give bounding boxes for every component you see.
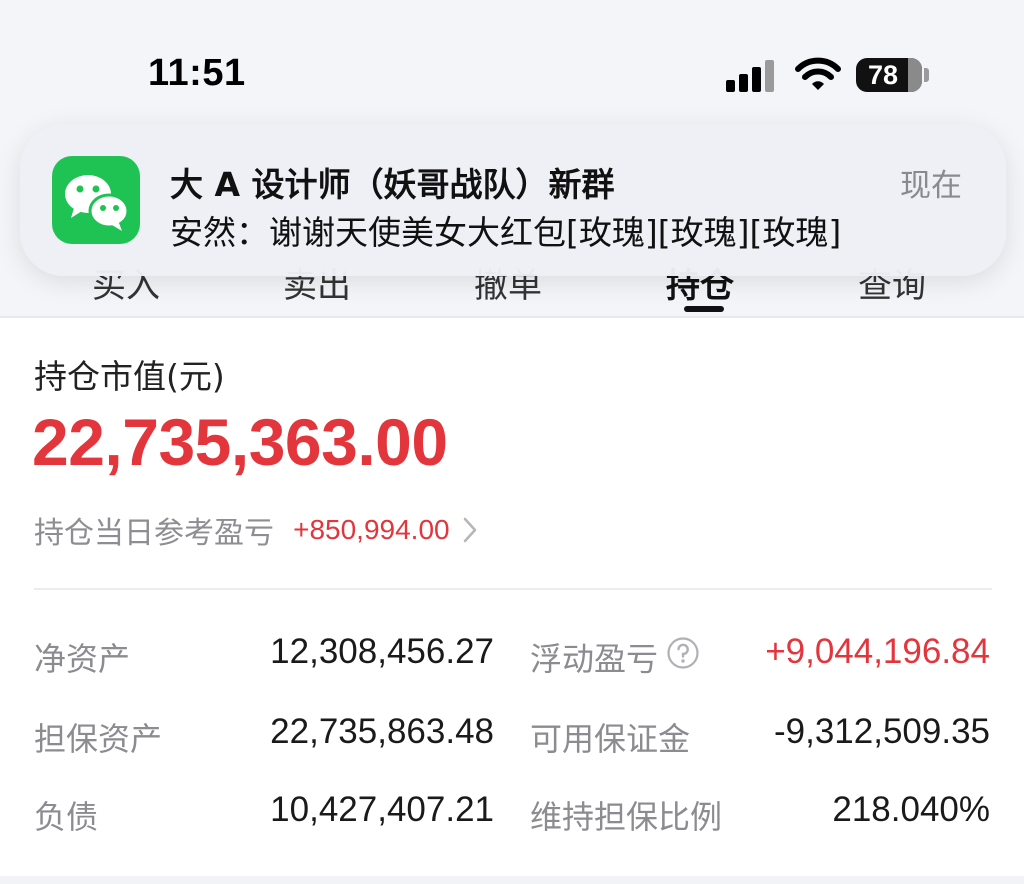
tab-active-indicator bbox=[684, 306, 724, 312]
collateral-label: 担保资产 bbox=[34, 720, 163, 758]
status-bar: 11:51 78 bbox=[0, 0, 1024, 120]
help-icon[interactable] bbox=[666, 636, 700, 670]
notification-banner[interactable]: 大 A 设计师（妖哥战队）新群 现在 安然：谢谢天使美女大红包[玫瑰][玫瑰][… bbox=[20, 124, 1006, 276]
summary-divider bbox=[34, 588, 992, 590]
available-margin-value: -9,312,509.35 bbox=[773, 712, 990, 751]
floating-pnl-label: 浮动盈亏 bbox=[530, 640, 659, 678]
market-value-label: 持仓市值(元) bbox=[34, 357, 225, 396]
available-margin-label: 可用保证金 bbox=[530, 720, 691, 758]
maintenance-ratio-label: 维持担保比例 bbox=[530, 798, 723, 836]
net-assets-value: 12,308,456.27 bbox=[270, 632, 494, 671]
wifi-icon bbox=[795, 57, 841, 90]
liabilities-value: 10,427,407.21 bbox=[270, 790, 494, 829]
daily-pnl-value: +850,994.00 bbox=[293, 514, 450, 545]
notification-title: 大 A 设计师（妖哥战队）新群 bbox=[170, 165, 615, 204]
status-time: 11:51 bbox=[148, 52, 246, 94]
notification-message: 安然：谢谢天使美女大红包[玫瑰][玫瑰][玫瑰] bbox=[170, 213, 842, 252]
market-value: 22,735,363.00 bbox=[32, 405, 448, 479]
wechat-icon bbox=[52, 156, 140, 244]
chevron-right-icon bbox=[463, 517, 476, 543]
liabilities-label: 负债 bbox=[34, 798, 99, 836]
bottom-divider bbox=[0, 876, 1024, 884]
daily-pnl-label: 持仓当日参考盈亏 bbox=[34, 516, 274, 551]
battery-level: 78 bbox=[868, 60, 899, 90]
battery-cap bbox=[924, 68, 929, 82]
battery-icon: 78 bbox=[856, 58, 922, 92]
floating-pnl-value: +9,044,196.84 bbox=[765, 632, 990, 671]
notification-time: 现在 bbox=[900, 168, 962, 204]
tabs-divider bbox=[0, 316, 1024, 318]
net-assets-label: 净资产 bbox=[34, 640, 131, 678]
maintenance-ratio-value: 218.040% bbox=[832, 790, 990, 829]
cellular-signal-icon bbox=[726, 58, 778, 92]
collateral-value: 22,735,863.48 bbox=[270, 712, 494, 751]
daily-pnl-row[interactable]: 持仓当日参考盈亏 +850,994.00 bbox=[34, 508, 477, 551]
